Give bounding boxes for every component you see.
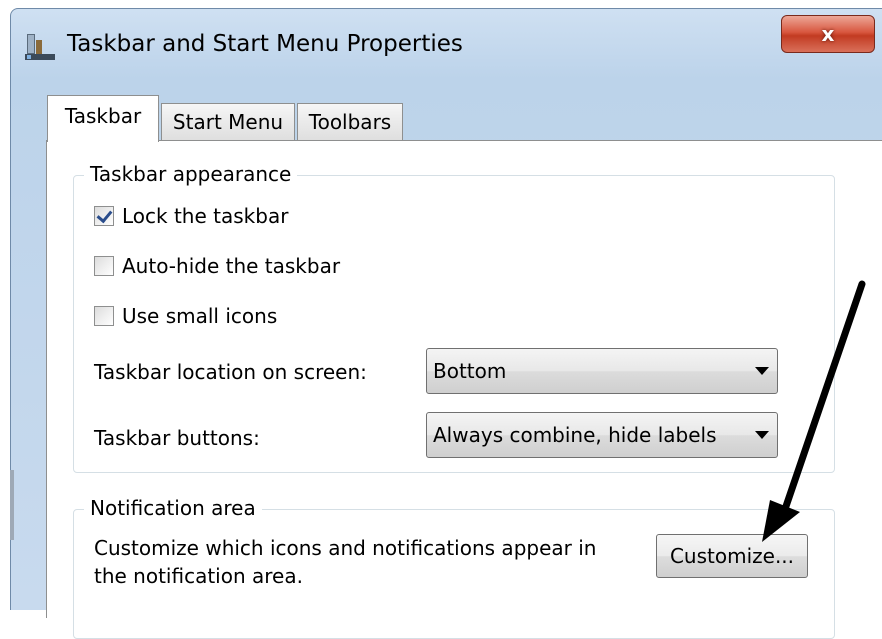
notification-description: Customize which icons and notifications … — [94, 536, 597, 588]
auto-hide-label: Auto-hide the taskbar — [122, 254, 341, 278]
small-icons-checkbox[interactable] — [94, 306, 114, 326]
auto-hide-option[interactable]: Auto-hide the taskbar — [94, 252, 340, 280]
chevron-down-icon — [755, 367, 769, 375]
chevron-down-icon — [755, 431, 769, 439]
taskbar-appearance-group: Taskbar appearance Lock the taskbar Auto… — [73, 162, 835, 473]
notification-area-group: Notification area Customize which icons … — [73, 496, 835, 639]
lock-taskbar-label: Lock the taskbar — [122, 204, 289, 228]
tab-toolbars[interactable]: Toolbars — [297, 103, 403, 141]
tab-taskbar[interactable]: Taskbar — [47, 95, 159, 142]
location-label: Taskbar location on screen: — [94, 360, 367, 384]
group-legend-appearance: Taskbar appearance — [84, 162, 298, 186]
lock-taskbar-checkbox[interactable] — [94, 206, 114, 226]
lock-taskbar-option[interactable]: Lock the taskbar — [94, 202, 288, 230]
window-title: Taskbar and Start Menu Properties — [67, 31, 463, 57]
tab-start-menu[interactable]: Start Menu — [161, 103, 295, 141]
location-value: Bottom — [433, 359, 507, 383]
small-icons-label: Use small icons — [122, 304, 278, 328]
customize-button[interactable]: Customize... — [656, 534, 808, 578]
group-legend-notification: Notification area — [84, 496, 262, 520]
close-button[interactable]: x — [781, 15, 875, 53]
location-select[interactable]: Bottom — [426, 348, 778, 394]
buttons-label: Taskbar buttons: — [94, 426, 260, 450]
buttons-value: Always combine, hide labels — [433, 423, 717, 447]
buttons-select[interactable]: Always combine, hide labels — [426, 412, 778, 458]
taskbar-app-icon — [25, 34, 55, 60]
tab-panel-taskbar: Taskbar appearance Lock the taskbar Auto… — [46, 140, 882, 639]
small-icons-option[interactable]: Use small icons — [94, 302, 277, 330]
auto-hide-checkbox[interactable] — [94, 256, 114, 276]
title-bar[interactable]: Taskbar and Start Menu Properties x — [11, 9, 882, 81]
window-edge-shadow — [10, 470, 14, 540]
